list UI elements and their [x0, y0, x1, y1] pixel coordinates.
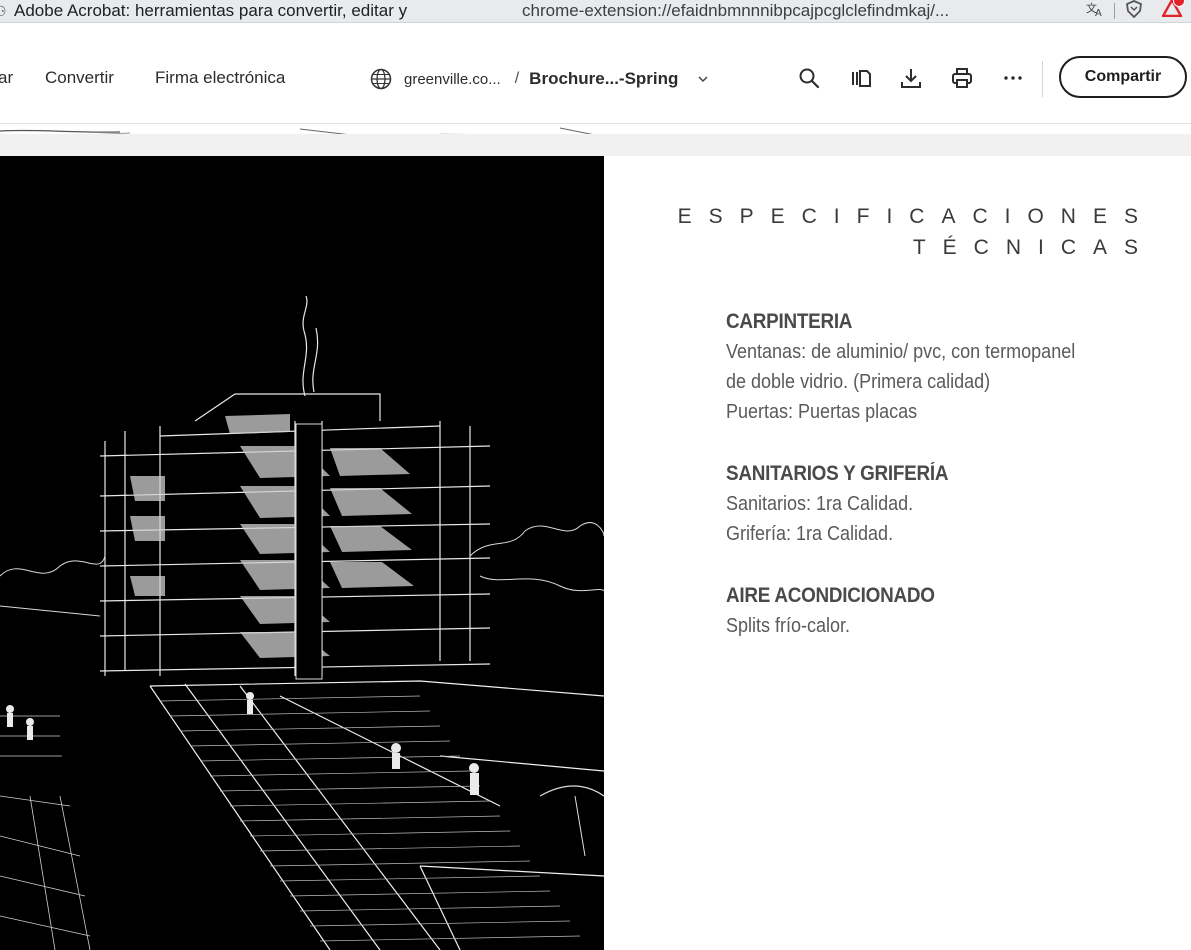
spec-section-aire: AIRE ACONDICIONADO Splits frío-calor. [726, 581, 958, 641]
breadcrumb-separator: / [514, 70, 520, 87]
section-heading: CARPINTERIA [726, 310, 853, 333]
section-heading: AIRE ACONDICIONADO [726, 584, 935, 607]
address-bar[interactable]: chrome-extension://efaidnbmnnnibpcajpcgl… [522, 1, 1022, 21]
extension-puzzle-icon: ⚇ [0, 4, 8, 18]
download-icon [901, 69, 921, 88]
breadcrumb-file-name[interactable]: Brochure...-Spring [529, 69, 678, 89]
section-line: Grifería: 1ra Calidad. [726, 523, 894, 545]
spec-title-line1: ESPECIFICACIONES [677, 205, 1155, 228]
spec-section-sanitarios: SANITARIOS Y GRIFERÍA Sanitarios: 1ra Ca… [726, 459, 973, 549]
acrobat-toolbar: ar Convertir Firma electrónica greenvill… [0, 23, 1191, 124]
spec-title: ESPECIFICACIONES TÉCNICAS [678, 201, 1138, 263]
menu-item-firma-electronica[interactable]: Firma electrónica [155, 68, 285, 88]
pdf-page: ESPECIFICACIONES TÉCNICAS CARPINTERIA Ve… [0, 156, 1191, 950]
download-button[interactable] [896, 63, 926, 93]
svg-text:A: A [1095, 8, 1102, 17]
spec-section-carpinteria: CARPINTERIA Ventanas: de aluminio/ pvc, … [726, 307, 1114, 427]
browser-toolbar-icons: 文A [1076, 0, 1191, 22]
search-button[interactable] [794, 63, 824, 93]
share-button[interactable]: Compartir [1059, 56, 1187, 98]
page-gap [0, 134, 1191, 156]
section-line: Ventanas: de aluminio/ pvc, con termopan… [726, 341, 1076, 363]
section-line: Splits frío-calor. [726, 615, 851, 637]
section-heading: SANITARIOS Y GRIFERÍA [726, 462, 949, 485]
page-view-icon [852, 70, 871, 87]
menu-item-truncated[interactable]: ar [0, 68, 13, 88]
architectural-sketch-image [0, 156, 604, 950]
section-line: de doble vidrio. (Primera calidad) [726, 371, 991, 393]
chevron-down-icon[interactable] [696, 72, 710, 86]
spec-title-line2: TÉCNICAS [912, 236, 1155, 259]
toolbar-divider [1042, 61, 1043, 97]
building-sketch-drawing [0, 156, 604, 950]
print-icon [952, 68, 972, 88]
breadcrumb: greenville.co... / Brochure...-Spring [370, 68, 710, 90]
browser-title-bar: ⚇ Adobe Acrobat: herramientas para conve… [0, 0, 1191, 23]
translate-icon[interactable]: 文A [1076, 1, 1114, 21]
page-view-button[interactable] [846, 63, 876, 93]
breadcrumb-domain[interactable]: greenville.co... [404, 71, 501, 88]
search-icon [799, 68, 820, 89]
brave-shield-icon[interactable] [1115, 0, 1153, 22]
more-options-button[interactable] [998, 63, 1028, 93]
globe-icon [370, 68, 392, 90]
notification-dot [1173, 0, 1185, 7]
tab-title[interactable]: Adobe Acrobat: herramientas para convert… [14, 1, 492, 21]
section-line: Sanitarios: 1ra Calidad. [726, 493, 914, 515]
menu-item-convertir[interactable]: Convertir [45, 68, 114, 88]
previous-page-edge [0, 124, 604, 134]
print-button[interactable] [947, 63, 977, 93]
acrobat-extension-icon[interactable] [1153, 0, 1191, 22]
more-icon [1004, 76, 1022, 80]
section-line: Puertas: Puertas placas [726, 401, 918, 423]
